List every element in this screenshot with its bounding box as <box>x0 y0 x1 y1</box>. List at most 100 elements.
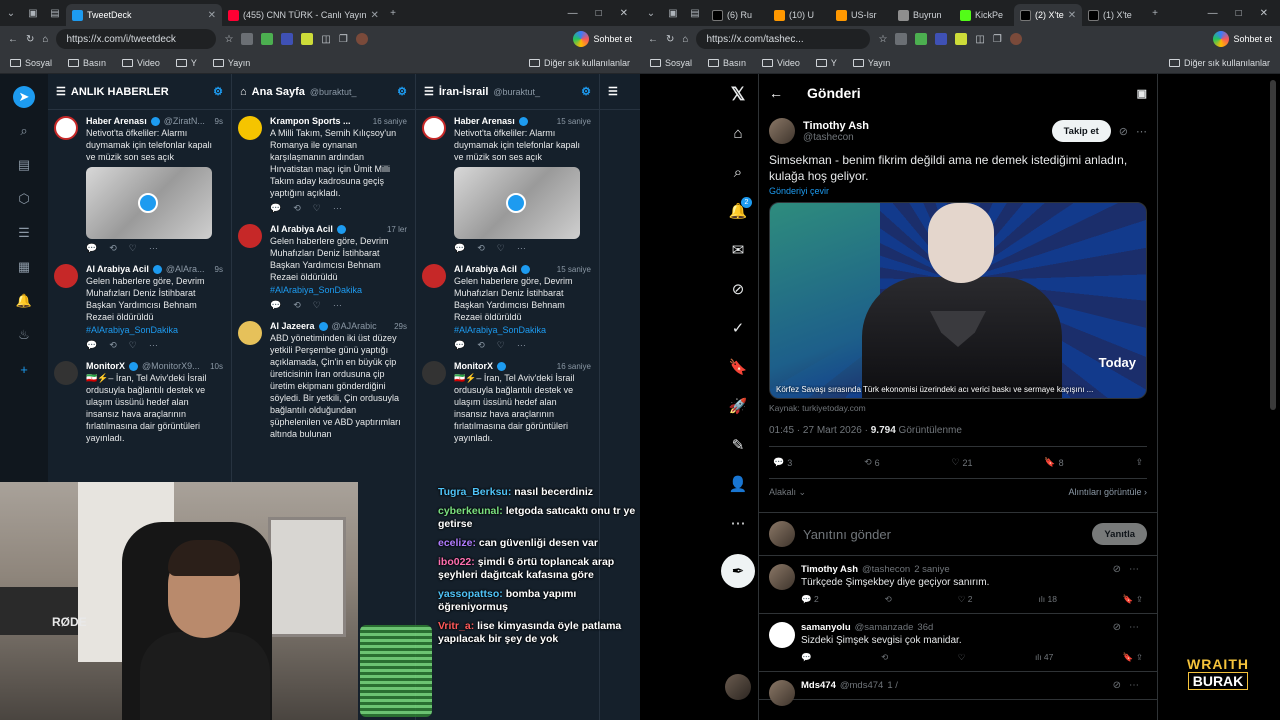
maximize-icon[interactable]: □ <box>1236 8 1242 19</box>
copilot-chat-button[interactable]: Sohbet et <box>573 31 632 47</box>
back-arrow-icon[interactable]: ← <box>769 85 783 101</box>
reply-time[interactable]: 36d <box>917 622 933 633</box>
more-icon[interactable]: ··· <box>517 243 526 254</box>
profile-icon[interactable]: 👤 <box>726 472 750 496</box>
like-icon[interactable]: ♡ <box>497 340 505 351</box>
column-settings-icon[interactable]: ⚙ <box>397 85 407 98</box>
messages-icon[interactable]: ✉ <box>726 238 750 262</box>
more-icon[interactable]: ··· <box>333 300 342 311</box>
column-header[interactable]: ☰ <box>600 74 640 110</box>
reply-stat[interactable]: 💬 3 <box>773 457 792 468</box>
tweet-time[interactable]: 10s <box>210 362 223 371</box>
reader-mode-icon[interactable]: ▣ <box>1137 87 1147 100</box>
reply-input[interactable]: Yanıtını gönder <box>803 527 891 542</box>
jobs-icon[interactable]: 🚀 <box>726 394 750 418</box>
avatar[interactable] <box>769 680 795 706</box>
sort-dropdown[interactable]: Alakalı ⌄ <box>769 487 806 498</box>
repost-stat[interactable]: ⟲ 6 <box>864 457 880 468</box>
like-icon[interactable]: ♡ 2 <box>958 594 973 605</box>
tweet-author[interactable]: MonitorX <box>86 361 125 371</box>
bookmark-folder[interactable]: Sosyal <box>10 58 52 68</box>
bookmark-stat[interactable]: 🔖 8 <box>1044 457 1063 468</box>
chat-username[interactable]: Vritr_a: <box>438 620 474 632</box>
close-icon[interactable]: ✕ <box>371 10 379 21</box>
like-icon[interactable]: ♡ <box>313 203 321 214</box>
reload-icon[interactable]: ↻ <box>666 34 674 45</box>
tab-list-icon[interactable]: ▤ <box>44 8 66 19</box>
tweet-author[interactable]: Haber Arenası <box>86 116 147 126</box>
browser-tab[interactable]: Buyrun <box>892 4 954 26</box>
like-icon[interactable]: ♡ <box>958 652 966 663</box>
tweet-handle[interactable]: @AlAra... <box>166 264 205 274</box>
browser-tab[interactable]: US-Isr <box>830 4 892 26</box>
translate-link[interactable]: Gönderiyi çevir <box>769 186 1147 196</box>
other-bookmarks[interactable]: Diğer sık kullanılanlar <box>528 58 630 68</box>
author-handle[interactable]: @tashecon <box>803 132 869 143</box>
avatar[interactable] <box>422 361 446 385</box>
views-icon[interactable]: ılı 18 <box>1038 594 1056 605</box>
tweet-handle[interactable]: @AJArabic <box>332 321 377 331</box>
bookmark-folder[interactable]: Video <box>122 58 160 68</box>
avatar[interactable] <box>769 564 795 590</box>
bookmark-folder[interactable]: Basın <box>708 58 746 68</box>
reply-icon[interactable]: 💬 <box>86 243 97 254</box>
explore-icon[interactable]: ⬡ <box>13 188 35 210</box>
search-icon[interactable]: ⌕ <box>13 120 35 142</box>
like-icon[interactable]: ♡ <box>497 243 505 254</box>
lists-icon[interactable]: ☰ <box>13 222 35 244</box>
column-settings-icon[interactable]: ⚙ <box>581 85 591 98</box>
bookmark-folder[interactable]: Y <box>815 58 837 68</box>
minimize-icon[interactable]: — <box>1208 8 1218 19</box>
minimize-icon[interactable]: — <box>568 8 578 19</box>
column-settings-icon[interactable]: ⚙ <box>213 85 223 98</box>
favorite-star-icon[interactable]: ☆ <box>224 34 233 45</box>
profile-avatar[interactable] <box>1009 33 1022 45</box>
avatar[interactable] <box>769 118 795 144</box>
tweet-time[interactable]: 16 saniye <box>373 117 407 126</box>
messages-icon[interactable]: ▦ <box>13 256 35 278</box>
retweet-icon[interactable]: ⟲ <box>477 340 485 351</box>
premium-icon[interactable]: ✓ <box>726 316 750 340</box>
browser-tab[interactable]: KickPe <box>954 4 1014 26</box>
tweet-hashtag[interactable]: #AlArabiya_SonDakika <box>86 324 223 336</box>
tweet[interactable]: Haber Arenası 15 saniye Netivot'ta öfkeli… <box>416 110 599 258</box>
reply-handle[interactable]: @samanzade <box>855 622 914 633</box>
bookmark-folder[interactable]: Sosyal <box>650 58 692 68</box>
column-header[interactable]: ☰ ANLIK HABERLER ⚙ <box>48 74 231 110</box>
image-source[interactable]: Kaynak: turkiyetoday.com <box>769 403 1147 413</box>
reply-post[interactable]: samanyolu @samanzade 36d ⊘⋯ Sizdeki Şimşek … <box>759 614 1157 672</box>
tweet-time[interactable]: 16 saniye <box>557 362 591 371</box>
url-field[interactable]: https://x.com/i/tweetdeck <box>56 29 217 49</box>
reply-handle[interactable]: @mds474 <box>840 680 883 691</box>
extension-icon[interactable] <box>281 33 294 45</box>
tab-tweetdeck[interactable]: TweetDeck ✕ <box>66 4 222 26</box>
post-timestamp[interactable]: 01:45 · 27 Mart 2026 · <box>769 425 868 436</box>
browser-tab[interactable]: (1) X'te <box>1082 4 1144 26</box>
reply-icon[interactable]: 💬 <box>270 203 281 214</box>
tweet-hashtag[interactable]: #AlArabiya_SonDakika <box>270 284 407 296</box>
reply-icon[interactable]: 💬 <box>454 340 465 351</box>
new-tab-icon[interactable]: + <box>1144 8 1166 19</box>
add-column-icon[interactable]: + <box>13 358 35 380</box>
window-close-icon[interactable]: ✕ <box>1260 8 1268 19</box>
retweet-icon[interactable]: ⟲ <box>293 300 301 311</box>
url-field[interactable]: https://x.com/tashec... <box>696 29 871 49</box>
tweet[interactable]: Al Arabiya Acil 17 ler Gelen haberlere gö… <box>232 218 415 315</box>
repost-icon[interactable]: ⟲ <box>885 594 892 605</box>
profile-avatar[interactable] <box>355 33 368 45</box>
play-icon[interactable] <box>138 193 158 213</box>
avatar[interactable] <box>422 116 446 140</box>
browser-tab-active[interactable]: (2) X'te ✕ <box>1014 4 1082 26</box>
search-icon[interactable]: ⌕ <box>726 160 750 184</box>
x-logo-icon[interactable]: 𝕏 <box>726 82 750 106</box>
more-options-icon[interactable]: ⊘⋯ <box>1113 622 1147 633</box>
avatar[interactable] <box>238 116 262 140</box>
tweet[interactable]: MonitorX @MonitorX9... 10s 🇮🇷⚡– İran, Tel … <box>48 355 231 448</box>
extension-icon[interactable] <box>301 33 314 45</box>
more-options-icon[interactable]: ⊘⋯ <box>1113 564 1147 575</box>
close-icon[interactable]: ✕ <box>208 10 216 21</box>
reply-author[interactable]: samanyolu <box>801 622 851 633</box>
bookmark-folder[interactable]: Yayın <box>212 58 250 68</box>
tweet[interactable]: Al Jazeera @AJArabic 29s ABD yönetiminden … <box>232 315 415 444</box>
window-close-icon[interactable]: ✕ <box>620 8 628 19</box>
